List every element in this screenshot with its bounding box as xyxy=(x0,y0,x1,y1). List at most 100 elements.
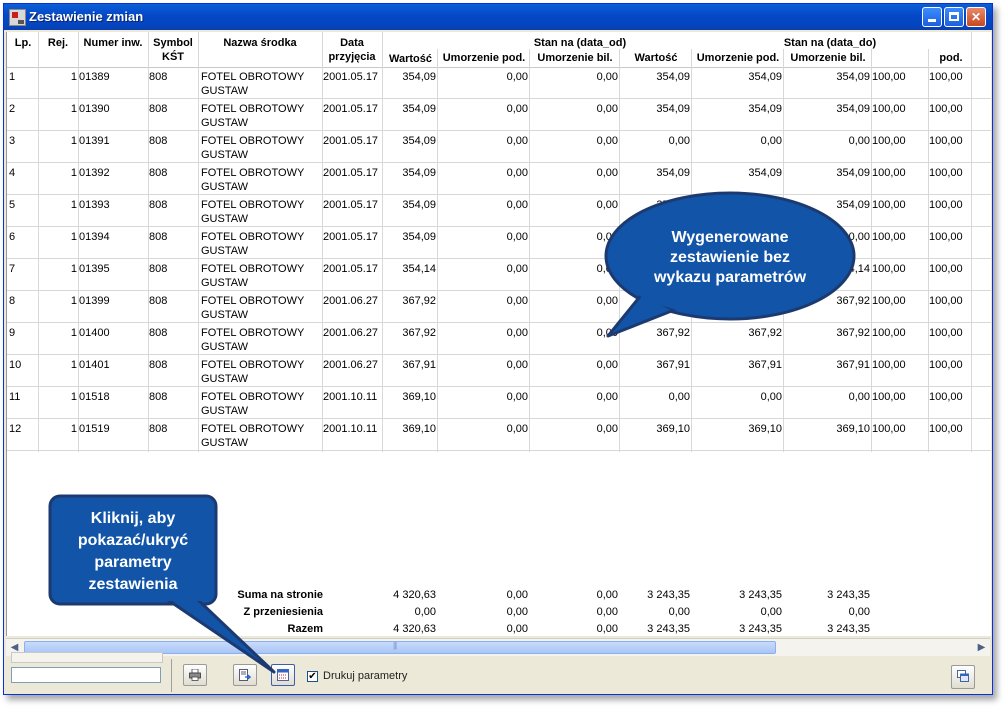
cell-ub-do: 354,09 xyxy=(836,103,870,115)
print-params-label[interactable]: Drukuj parametry xyxy=(323,670,407,682)
total-up-do: 3 243,35 xyxy=(739,589,782,601)
cell-rej: 1 xyxy=(70,135,77,147)
total-w-do: 3 243,35 xyxy=(647,623,690,635)
col-header-rej[interactable]: Rej. xyxy=(39,36,77,50)
window-layout-button[interactable] xyxy=(951,665,975,689)
total-ub-od: 0,00 xyxy=(596,623,618,635)
scroll-right-icon[interactable]: ▶ xyxy=(974,640,989,655)
cell-lp: 2 xyxy=(9,103,16,115)
cell-up-do: 369,10 xyxy=(748,423,782,435)
col-header-wartosc-od[interactable]: Wartość xyxy=(383,52,438,66)
col-header-data[interactable]: Data przyjęcia xyxy=(323,36,381,64)
cell-data: 2001.05.17 xyxy=(323,263,379,275)
cell-rej: 1 xyxy=(70,71,77,83)
cell-c1: 100,00 xyxy=(872,103,906,115)
minimize-button[interactable] xyxy=(922,7,942,27)
cell-c1: 100,00 xyxy=(872,295,906,307)
cell-rej: 1 xyxy=(70,423,77,435)
cell-rej: 1 xyxy=(70,359,77,371)
cell-rej: 1 xyxy=(70,167,77,179)
cell-up-od: 0,00 xyxy=(506,263,528,275)
col-header-umorz-pod-od[interactable]: Umorzenie pod. xyxy=(438,51,530,65)
cell-ub-od: 0,00 xyxy=(596,71,618,83)
cell-ub-od: 0,00 xyxy=(596,391,618,403)
cell-c1: 100,00 xyxy=(872,327,906,339)
cell-ub-od: 0,00 xyxy=(596,167,618,179)
cell-c1: 100,00 xyxy=(872,135,906,147)
cell-nazwa-line2: GUSTAW xyxy=(201,341,249,353)
cell-symbol: 808 xyxy=(149,199,168,211)
close-button[interactable]: ✕ xyxy=(966,7,986,27)
total-w-do: 3 243,35 xyxy=(647,589,690,601)
cell-data: 2001.05.17 xyxy=(323,231,379,243)
cell-numer: 01390 xyxy=(79,103,110,115)
cell-rej: 1 xyxy=(70,231,77,243)
cell-nazwa-line2: GUSTAW xyxy=(201,245,249,257)
cell-lp: 1 xyxy=(9,71,16,83)
cell-up-od: 0,00 xyxy=(506,327,528,339)
cell-data: 2001.06.27 xyxy=(323,359,379,371)
cell-w-do: 354,09 xyxy=(656,103,690,115)
cell-numer: 01400 xyxy=(79,327,110,339)
cell-up-od: 0,00 xyxy=(506,391,528,403)
cell-nazwa: FOTEL OBROTOWY xyxy=(201,359,305,371)
cell-data: 2001.10.11 xyxy=(323,391,378,403)
cell-w-od: 354,09 xyxy=(402,135,436,147)
cell-numer: 01518 xyxy=(79,391,110,403)
total-ub-od: 0,00 xyxy=(596,606,618,618)
cell-w-od: 367,91 xyxy=(402,359,436,371)
cell-up-od: 0,00 xyxy=(506,359,528,371)
col-header-umorz-pod-do[interactable]: Umorzenie pod. xyxy=(692,51,784,65)
cell-c2: 100,00 xyxy=(929,103,963,115)
cell-up-od: 0,00 xyxy=(506,231,528,243)
cell-up-od: 0,00 xyxy=(506,103,528,115)
total-ub-od: 0,00 xyxy=(596,589,618,601)
col-header-nazwa[interactable]: Nazwa środka xyxy=(199,36,321,50)
cell-nazwa: FOTEL OBROTOWY xyxy=(201,135,305,147)
cell-c1: 100,00 xyxy=(872,231,906,243)
cell-c2: 100,00 xyxy=(929,295,963,307)
cell-data: 2001.05.17 xyxy=(323,71,379,83)
cell-nazwa-line2: GUSTAW xyxy=(201,117,249,129)
cell-ub-od: 0,00 xyxy=(596,135,618,147)
cell-nazwa-line2: GUSTAW xyxy=(201,373,249,385)
col-header-umorz-bil-do[interactable]: Umorzenie bil. xyxy=(784,51,872,65)
cell-nazwa: FOTEL OBROTOWY xyxy=(201,391,305,403)
cell-w-do: 369,10 xyxy=(656,423,690,435)
cell-c1: 100,00 xyxy=(872,359,906,371)
cell-symbol: 808 xyxy=(149,167,168,179)
cell-nazwa-line2: GUSTAW xyxy=(201,309,249,321)
cell-w-do: 0,00 xyxy=(668,391,690,403)
cell-w-do: 0,00 xyxy=(668,135,690,147)
total-w-od: 0,00 xyxy=(414,606,436,618)
col-header-pod[interactable]: pod. xyxy=(929,51,973,65)
col-header-numer[interactable]: Numer inw. xyxy=(79,36,147,50)
cell-data: 2001.05.17 xyxy=(323,103,379,115)
cell-lp: 7 xyxy=(9,263,16,275)
cell-nazwa: FOTEL OBROTOWY xyxy=(201,199,305,211)
cell-symbol: 808 xyxy=(149,231,168,243)
title-bar[interactable]: Zestawienie zmian ✕ xyxy=(4,4,992,30)
col-header-wartosc-do[interactable]: Wartość xyxy=(620,51,692,65)
cell-c1: 100,00 xyxy=(872,263,906,275)
col-header-umorz-bil-od[interactable]: Umorzenie bil. xyxy=(530,51,620,65)
cell-up-od: 0,00 xyxy=(506,423,528,435)
maximize-button[interactable] xyxy=(944,7,964,27)
cell-numer: 01399 xyxy=(79,295,110,307)
cell-up-od: 0,00 xyxy=(506,135,528,147)
cell-data: 2001.05.17 xyxy=(323,135,379,147)
cell-rej: 1 xyxy=(70,103,77,115)
col-header-lp[interactable]: Lp. xyxy=(9,36,37,50)
cell-symbol: 808 xyxy=(149,423,168,435)
cell-rej: 1 xyxy=(70,391,77,403)
cell-w-od: 354,09 xyxy=(402,231,436,243)
cell-ub-od: 0,00 xyxy=(596,423,618,435)
print-params-checkbox[interactable]: ✔ xyxy=(307,671,318,682)
cell-up-od: 0,00 xyxy=(506,295,528,307)
cell-c1: 100,00 xyxy=(872,423,906,435)
cell-nazwa-line2: GUSTAW xyxy=(201,181,249,193)
window-layout-icon xyxy=(957,670,969,682)
col-header-symbol[interactable]: Symbol KŚT xyxy=(149,36,197,64)
cell-nazwa-line2: GUSTAW xyxy=(201,85,249,97)
cell-w-do: 354,09 xyxy=(656,71,690,83)
